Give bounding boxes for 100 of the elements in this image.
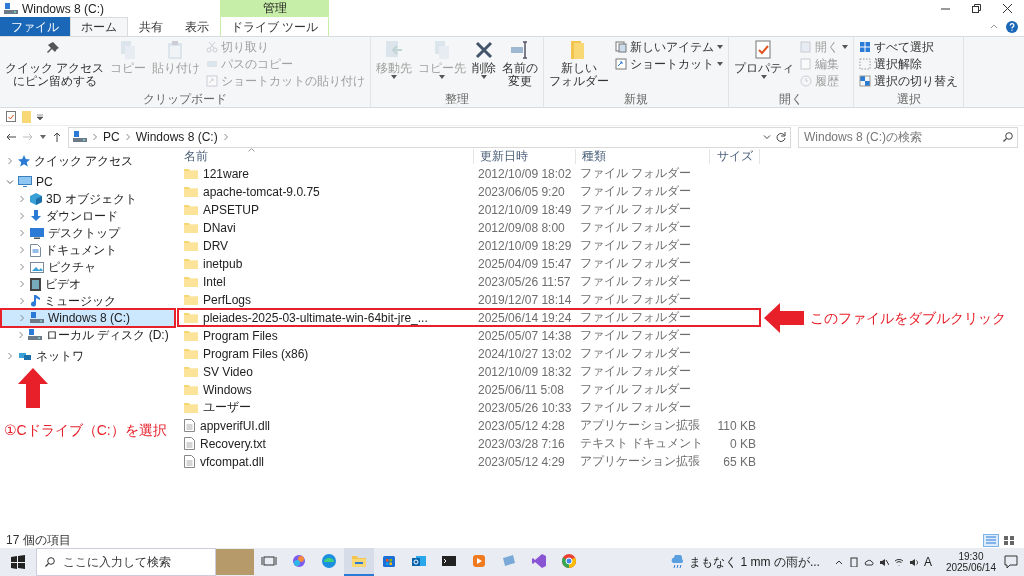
tablet-icon[interactable] — [848, 557, 859, 567]
file-name: Program Files (x86) — [203, 346, 309, 361]
terminal-icon — [441, 553, 457, 569]
file-row[interactable]: DNavi 2012/09/08 8:00 ファイル フォルダー — [178, 219, 760, 236]
chevron-right-icon[interactable] — [19, 195, 25, 203]
file-row[interactable]: pleiades-2025-03-ultimate-win-64bit-jre_... 2025/06/14 19:24 ファイル フォルダー — [178, 309, 760, 326]
file-row[interactable]: APSETUP 2012/10/09 18:49 ファイル フォルダー — [178, 201, 760, 218]
large-icons-view-icon — [1003, 534, 1015, 546]
file-name: apache-tomcat-9.0.75 — [203, 184, 320, 199]
address-bar[interactable]: PC Windows 8 (C:) — [68, 126, 791, 148]
file-row[interactable]: 121ware 2012/10/09 18:02 ファイル フォルダー — [178, 165, 760, 182]
invert-selection-icon — [859, 75, 872, 87]
collapse-ribbon-icon[interactable] — [990, 24, 998, 29]
chevron-right-icon[interactable] — [19, 280, 25, 288]
tree-item[interactable]: ドキュメント — [2, 242, 174, 258]
chevron-right-icon[interactable] — [19, 212, 25, 220]
file-row[interactable]: appverifUI.dll 2023/05/12 4:28 アプリケーション拡張 110 KB — [178, 417, 760, 434]
ribbon-tab[interactable]: ホーム — [70, 17, 128, 36]
window-title: Windows 8 (C:) — [22, 1, 104, 16]
file-row[interactable]: inetpub 2025/04/09 15:47 ファイル フォルダー — [178, 255, 760, 272]
chevron-right-icon[interactable] — [18, 331, 24, 339]
breadcrumb-item[interactable]: PC — [103, 130, 120, 144]
speaker-muted-icon[interactable] — [878, 557, 889, 567]
table-cell-text: ファイル フォルダー — [579, 201, 693, 218]
breadcrumb-item[interactable]: Windows 8 (C:) — [135, 130, 218, 144]
tree-item[interactable]: ミュージック — [2, 293, 174, 309]
tree-item[interactable]: ローカル ディスク (D:) — [2, 327, 174, 343]
close-icon[interactable] — [1003, 4, 1012, 13]
tree-item[interactable]: クイック アクセス — [2, 153, 174, 169]
taskbar-search-field[interactable]: ここに入力して検索 — [36, 548, 216, 576]
ribbon-tab[interactable]: 表示 — [174, 17, 220, 36]
tree-item[interactable]: ネットワ — [2, 348, 174, 364]
weather-text[interactable]: まもなく 1 mm の雨が... — [689, 553, 820, 571]
up-arrow-icon[interactable] — [53, 132, 61, 142]
ribbon-button[interactable]: 新しいアイテム — [613, 39, 726, 55]
group-label: 整理 — [444, 92, 471, 106]
recent-caret-icon[interactable] — [40, 135, 46, 139]
ribbon-button[interactable]: 選択の切り替え — [857, 73, 961, 89]
tree-item[interactable]: 3D オブジェクト — [2, 191, 174, 207]
tree-item[interactable]: PC — [2, 174, 174, 190]
star-icon — [18, 155, 30, 167]
back-arrow-icon[interactable] — [6, 133, 16, 141]
search-field[interactable]: Windows 8 (C:)の検索 — [798, 126, 1018, 148]
file-row[interactable]: ユーザー 2023/05/26 10:33 ファイル フォルダー — [178, 399, 760, 416]
clock[interactable]: 19:30 2025/06/14 — [945, 551, 996, 573]
column-header[interactable]: 種類 — [576, 149, 710, 164]
forward-arrow-icon[interactable] — [23, 133, 33, 141]
chevron-down-icon[interactable] — [6, 179, 14, 185]
windows-start-icon[interactable] — [11, 555, 25, 569]
properties-icon[interactable] — [6, 111, 16, 122]
context-tab-header: 管理 — [220, 0, 330, 17]
ribbon-button[interactable]: 新しい フォルダー — [547, 39, 612, 92]
notification-icon[interactable] — [1004, 555, 1018, 569]
chevron-right-icon[interactable] — [19, 297, 25, 305]
ribbon-button[interactable]: 選択解除 — [857, 56, 961, 72]
file-row[interactable]: apache-tomcat-9.0.75 2023/06/05 9:20 ファイル フォルダー — [178, 183, 760, 200]
file-row[interactable]: PerfLogs 2019/12/07 18:14 ファイル フォルダー — [178, 291, 760, 308]
chevron-right-icon[interactable] — [19, 263, 25, 271]
search-icon — [45, 557, 55, 567]
file-row[interactable]: Intel 2023/05/26 11:57 ファイル フォルダー — [178, 273, 760, 290]
ribbon-button[interactable]: ショートカット — [613, 56, 726, 72]
file-row[interactable]: vfcompat.dll 2023/05/12 4:29 アプリケーション拡張 65 KB — [178, 453, 760, 470]
dropdown-chevron-icon[interactable] — [763, 134, 771, 140]
tree-item[interactable]: デスクトップ — [2, 225, 174, 241]
help-icon[interactable] — [1006, 20, 1018, 33]
file-row[interactable]: Program Files 2025/05/07 14:38 ファイル フォルダー — [178, 327, 760, 344]
file-row[interactable]: SV Video 2012/10/09 18:32 ファイル フォルダー — [178, 363, 760, 380]
refresh-icon[interactable] — [776, 132, 786, 142]
ribbon-button[interactable]: クイック アクセス にピン留めする — [3, 39, 107, 92]
ribbon-button[interactable]: プロパティ — [732, 39, 797, 92]
file-row[interactable]: DRV 2012/10/09 18:29 ファイル フォルダー — [178, 237, 760, 254]
customize-caret-icon[interactable] — [37, 113, 43, 120]
ribbon-tab[interactable]: ドライブ ツール — [220, 17, 330, 36]
column-header[interactable]: 更新日時 — [474, 149, 576, 164]
ribbon-button[interactable]: すべて選択 — [857, 39, 961, 55]
file-row[interactable]: Windows 2025/06/11 5:08 ファイル フォルダー — [178, 381, 760, 398]
ribbon-tab[interactable]: 共有 — [128, 17, 174, 36]
cloud-icon[interactable] — [863, 557, 874, 567]
input-method-indicator[interactable]: A — [923, 555, 932, 569]
tree-item[interactable]: Windows 8 (C:) — [2, 310, 174, 326]
file-row[interactable]: Recovery.txt 2023/03/28 7:16 テキスト ドキュメント 0 KB — [178, 435, 760, 452]
chevron-right-icon[interactable] — [19, 229, 25, 237]
tree-item[interactable]: ビデオ — [2, 276, 174, 292]
chevron-right-icon[interactable] — [7, 352, 13, 360]
chevron-right-icon[interactable] — [19, 246, 25, 254]
file-name: SV Video — [203, 364, 253, 379]
speaker-icon[interactable] — [908, 557, 919, 567]
column-header[interactable]: 名前 — [178, 149, 474, 164]
table-cell-text: 2012/10/09 18:49 — [477, 202, 573, 217]
maximize-icon[interactable] — [972, 4, 981, 13]
ribbon-button[interactable]: 名前の 変更 — [500, 39, 541, 92]
view-button[interactable] — [1001, 533, 1017, 547]
tree-item[interactable]: ピクチャ — [2, 259, 174, 275]
file-row[interactable]: Program Files (x86) 2024/10/27 13:02 ファイル フォルダー — [178, 345, 760, 362]
ribbon-tab[interactable]: ファイル — [0, 17, 70, 36]
tree-item[interactable]: ダウンロード — [2, 208, 174, 224]
table-cell-text: アプリケーション拡張 — [579, 417, 701, 434]
column-header[interactable]: サイズ — [710, 149, 760, 164]
ribbon-button[interactable]: 削除 — [470, 39, 499, 92]
chevron-right-icon[interactable] — [7, 157, 13, 165]
